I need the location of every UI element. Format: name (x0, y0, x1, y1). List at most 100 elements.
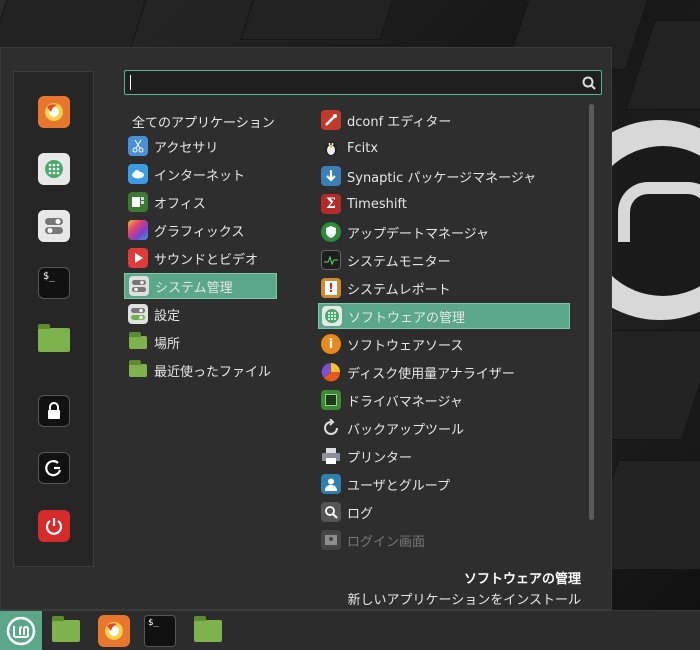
firefox-icon[interactable] (38, 96, 70, 128)
cloud-icon (128, 164, 148, 184)
settings-toggle-icon (128, 304, 148, 324)
folder-icon (128, 331, 148, 352)
category-label: 場所 (154, 336, 181, 352)
app-label: ユーザとグループ (347, 478, 450, 494)
app-label: ソフトウェアソース (347, 338, 464, 354)
system-settings-icon[interactable] (38, 210, 70, 242)
app-software-sources[interactable]: i ソフトウェアソース (318, 331, 570, 357)
app-timeshift[interactable]: Σ Timeshift (318, 191, 570, 217)
app-logs[interactable]: ログ (318, 499, 570, 525)
app-update-manager[interactable]: アップデートマネージャ (318, 219, 570, 245)
taskbar-files-button[interactable] (50, 615, 82, 647)
category-preferences[interactable]: 設定 (124, 301, 277, 327)
dconf-icon (321, 110, 341, 130)
app-synaptic[interactable]: Synaptic パッケージマネージャ (318, 163, 570, 189)
alert-icon: ! (321, 278, 341, 298)
terminal-icon[interactable]: $_ (38, 267, 70, 299)
app-system-reports[interactable]: ! システムレポート (318, 275, 570, 301)
app-label: dconf エディター (347, 114, 452, 130)
folder-icon (194, 616, 222, 642)
app-label: システムレポート (347, 282, 451, 298)
taskbar-folder-button[interactable] (192, 615, 224, 647)
grid-icon (322, 306, 342, 326)
category-administration[interactable]: システム管理 (124, 273, 277, 299)
text-cursor (130, 75, 131, 90)
category-graphics[interactable]: グラフィックス (124, 217, 277, 243)
app-label: ソフトウェアの管理 (348, 310, 466, 326)
app-label: Synaptic パッケージマネージャ (347, 170, 537, 186)
info-icon: i (321, 334, 341, 354)
category-recent-files[interactable]: 最近使ったファイル (124, 357, 277, 383)
category-label: サウンドとビデオ (154, 252, 259, 268)
app-driver-manager[interactable]: ドライバマネージャ (318, 387, 570, 413)
app-dconf-editor[interactable]: dconf エディター (318, 107, 570, 133)
app-label: Timeshift (347, 196, 407, 212)
selected-app-description: 新しいアプリケーションをインストール (347, 593, 581, 608)
category-sound-video[interactable]: サウンドとビデオ (124, 245, 277, 271)
logout-icon[interactable] (38, 452, 70, 484)
app-login-window[interactable]: ログイン画面 (318, 527, 570, 553)
play-icon (128, 248, 148, 268)
app-disk-usage-analyzer[interactable]: ディスク使用量アナライザー (318, 359, 570, 385)
app-label: ログ (347, 506, 374, 522)
taskbar: $_ (0, 610, 700, 650)
category-office[interactable]: オフィス (124, 189, 277, 215)
shield-icon (321, 222, 341, 242)
download-arrow-icon (321, 166, 341, 186)
category-label: アクセサリ (154, 140, 219, 156)
taskbar-terminal-button[interactable]: $_ (144, 615, 176, 647)
category-label: システム管理 (155, 280, 233, 296)
selected-app-title: ソフトウェアの管理 (463, 572, 581, 587)
app-label: アップデートマネージャ (347, 226, 490, 242)
chip-icon (321, 390, 341, 410)
software-manager-icon[interactable] (38, 153, 70, 185)
pie-icon (321, 362, 341, 382)
menu-button[interactable] (0, 611, 42, 650)
app-label: Fcitx (347, 140, 379, 156)
app-label: プリンター (347, 450, 413, 466)
category-all-applications[interactable]: 全てのアプリケーション (132, 112, 275, 131)
app-printers[interactable]: プリンター (318, 443, 570, 469)
category-places[interactable]: 場所 (124, 329, 277, 355)
app-fcitx[interactable]: Fcitx (318, 135, 570, 161)
timeshift-icon: Σ (321, 194, 341, 214)
firefox-icon (105, 622, 123, 640)
folder-icon[interactable] (38, 324, 70, 356)
category-internet[interactable]: インターネット (124, 161, 277, 187)
app-label: ドライバマネージャ (347, 394, 463, 410)
penguin-icon (321, 138, 341, 158)
terminal-icon: $_ (148, 618, 159, 628)
magnifier-icon (321, 502, 341, 522)
app-backup-tool[interactable]: バックアップツール (318, 415, 570, 441)
toggle-icon (129, 276, 149, 296)
category-label: グラフィックス (154, 224, 245, 240)
app-system-monitor[interactable]: システムモニター (318, 247, 570, 273)
user-icon (321, 474, 341, 494)
monitor-graph-icon (321, 250, 341, 270)
backup-icon (321, 418, 341, 438)
app-users-groups[interactable]: ユーザとグループ (318, 471, 570, 497)
favorites-sidebar: $_ (13, 71, 94, 567)
app-label: システムモニター (347, 254, 451, 270)
search-input[interactable] (124, 70, 602, 95)
category-label: 設定 (154, 308, 181, 324)
category-label: オフィス (154, 196, 206, 212)
category-label: インターネット (154, 168, 246, 184)
category-accessories[interactable]: アクセサリ (124, 133, 277, 159)
printer-icon (321, 446, 341, 466)
app-list-scrollbar[interactable] (589, 104, 594, 520)
graphics-icon (128, 220, 148, 240)
app-label: ディスク使用量アナライザー (347, 366, 515, 382)
office-icon (128, 192, 148, 212)
category-label: 最近使ったファイル (154, 364, 272, 380)
recent-folder-icon (128, 359, 148, 380)
lock-screen-icon[interactable] (38, 395, 70, 427)
application-menu: $_ 全てのアプリケーション アクセサリ インターネット オフィス グラフィック… (0, 47, 612, 610)
search-icon[interactable] (581, 75, 597, 91)
folder-icon (52, 616, 80, 642)
power-icon[interactable] (38, 510, 70, 542)
login-icon (321, 530, 341, 550)
taskbar-firefox-button[interactable] (98, 615, 130, 647)
mint-logo-icon (6, 616, 36, 646)
app-software-manager[interactable]: ソフトウェアの管理 (318, 303, 570, 329)
